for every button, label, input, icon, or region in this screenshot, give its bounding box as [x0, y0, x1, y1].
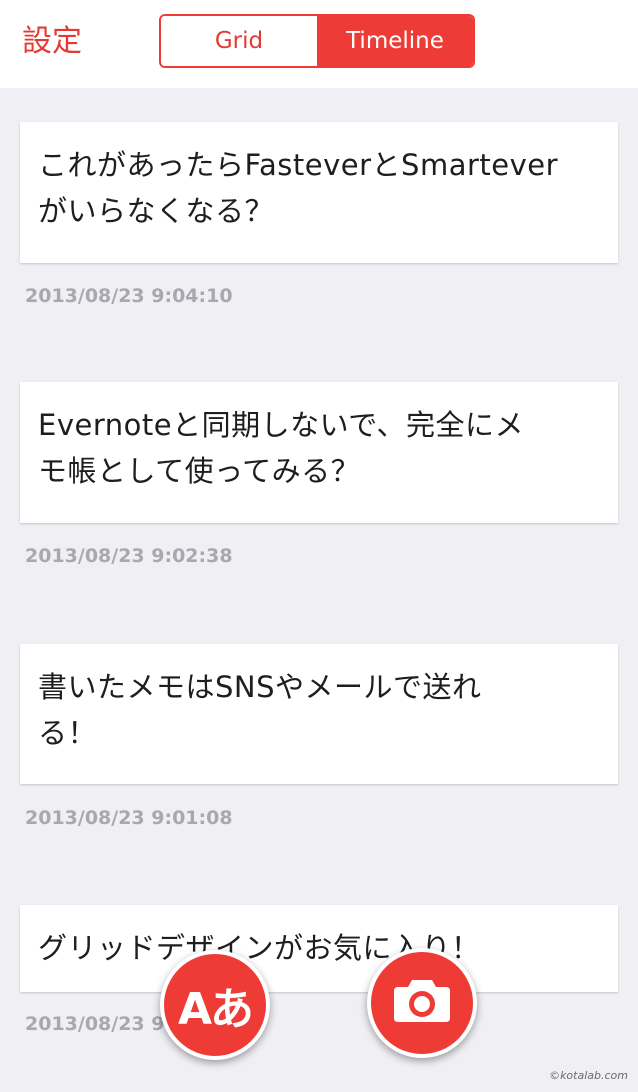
note-timestamp: 2013/08/23 9:04:10: [25, 285, 233, 307]
note-card[interactable]: 書いたメモはSNSやメールで送れ る！: [20, 644, 618, 784]
note-card[interactable]: グリッドデザインがお気に入り！: [20, 905, 618, 992]
text-input-icon: Aあ: [177, 984, 254, 1035]
note-card[interactable]: Evernoteと同期しないで、完全にメ モ帳として使ってみる？: [20, 382, 618, 523]
note-timestamp: 2013/08/23 9:02:38: [25, 545, 233, 567]
note-text: これがあったらFasteverとSmartever がいらなくなる？: [38, 148, 559, 228]
tab-grid[interactable]: Grid: [161, 16, 317, 66]
text-note-button[interactable]: Aあ: [160, 950, 270, 1060]
note-text: 書いたメモはSNSやメールで送れ る！: [38, 670, 482, 750]
settings-button[interactable]: 設定: [22, 22, 82, 62]
note-timestamp: 2013/08/23 9:01:08: [25, 807, 233, 829]
watermark: ©kotalab.com: [549, 1069, 628, 1082]
view-switcher: Grid Timeline: [159, 14, 475, 68]
note-card[interactable]: これがあったらFasteverとSmartever がいらなくなる？: [20, 122, 618, 263]
camera-icon: [392, 978, 452, 1028]
top-bar: 設定 Grid Timeline: [0, 0, 638, 88]
note-text: グリッドデザインがお気に入り！: [38, 931, 481, 965]
camera-button[interactable]: [367, 948, 477, 1058]
note-text: Evernoteと同期しないで、完全にメ モ帳として使ってみる？: [38, 408, 525, 488]
tab-timeline[interactable]: Timeline: [317, 16, 473, 66]
